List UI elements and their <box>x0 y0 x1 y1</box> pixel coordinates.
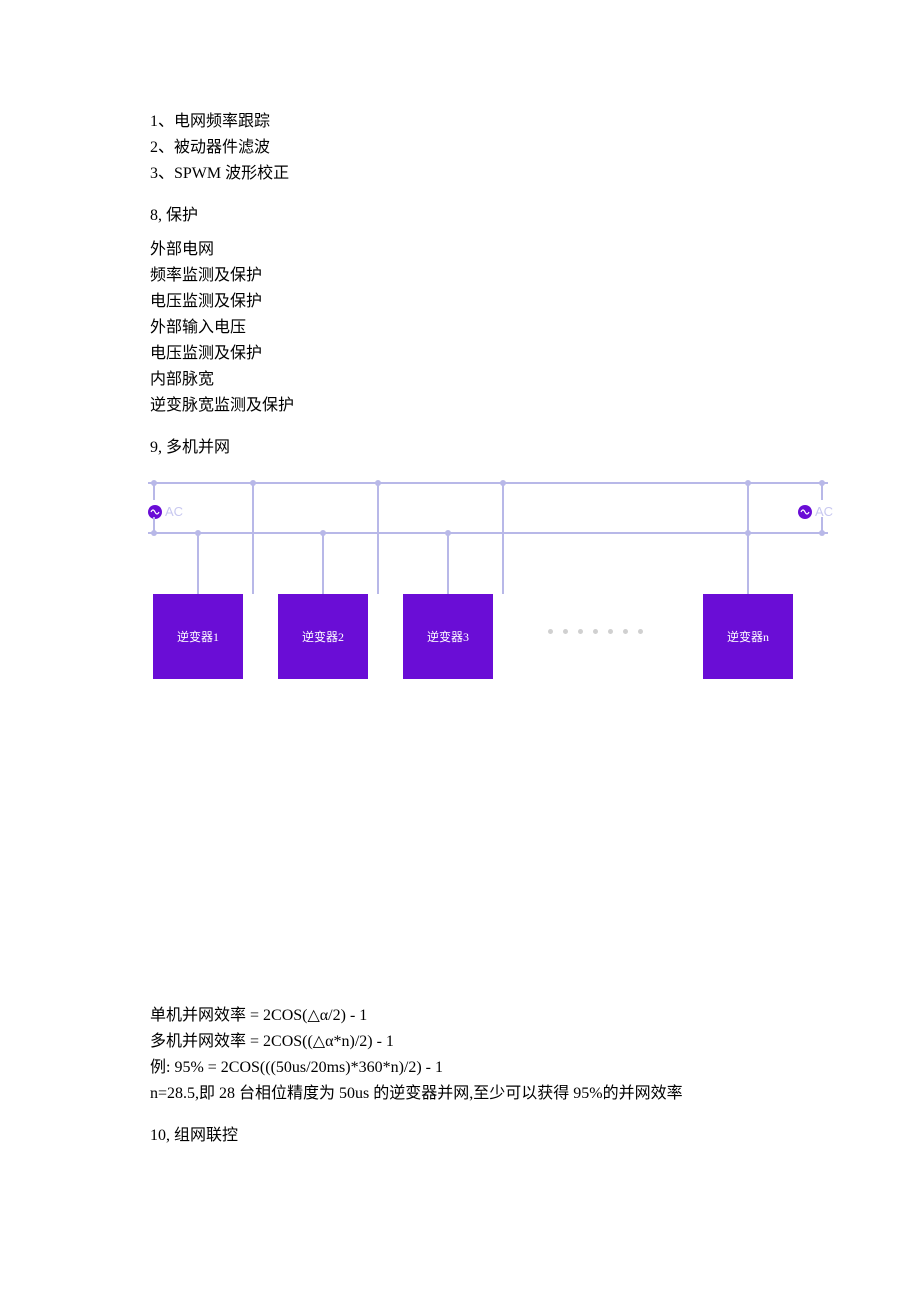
text-line: 外部电网 <box>150 238 860 262</box>
section-9-heading: 9, 多机并网 <box>150 436 860 460</box>
section-10-heading: 10, 组网联控 <box>150 1124 860 1148</box>
formula-line: 多机并网效率 = 2COS((△α*n)/2) - 1 <box>150 1030 860 1054</box>
ac-label: AC <box>815 502 833 522</box>
formula-line: 单机并网效率 = 2COS(△α/2) - 1 <box>150 1004 860 1028</box>
numbered-list-7-items: 1、电网频率跟踪 2、被动器件滤波 3、SPWM 波形校正 <box>150 110 860 186</box>
inverter-2: 逆变器2 <box>278 594 368 679</box>
bus-bottom <box>148 532 828 534</box>
list-item: 1、电网频率跟踪 <box>150 110 860 134</box>
text-line: 电压监测及保护 <box>150 342 860 366</box>
ac-source-right: AC <box>798 502 833 522</box>
inverter-3: 逆变器3 <box>403 594 493 679</box>
section-8-heading: 8, 保护 <box>150 204 860 228</box>
text-line: 电压监测及保护 <box>150 290 860 314</box>
list-item: 2、被动器件滤波 <box>150 136 860 160</box>
section-9-formulas: 单机并网效率 = 2COS(△α/2) - 1 多机并网效率 = 2COS((△… <box>150 1004 860 1106</box>
inverter-1: 逆变器1 <box>153 594 243 679</box>
text-line: 内部脉宽 <box>150 368 860 392</box>
formula-line: 例: 95% = 2COS(((50us/20ms)*360*n)/2) - 1 <box>150 1056 860 1080</box>
ellipsis-dots <box>548 629 643 634</box>
ac-icon <box>798 505 812 519</box>
ac-icon <box>148 505 162 519</box>
section-8-body: 外部电网 频率监测及保护 电压监测及保护 外部输入电压 电压监测及保护 内部脉宽… <box>150 238 860 418</box>
list-item: 3、SPWM 波形校正 <box>150 162 860 186</box>
text-line: 外部输入电压 <box>150 316 860 340</box>
inverter-n: 逆变器n <box>703 594 793 679</box>
formula-line: n=28.5,即 28 台相位精度为 50us 的逆变器并网,至少可以获得 95… <box>150 1082 860 1106</box>
ac-label: AC <box>165 502 183 522</box>
text-line: 逆变脉宽监测及保护 <box>150 394 860 418</box>
text-line: 频率监测及保护 <box>150 264 860 288</box>
multi-inverter-diagram: AC AC 逆变器1 逆变器2 逆变器3 逆变器n <box>148 474 828 694</box>
